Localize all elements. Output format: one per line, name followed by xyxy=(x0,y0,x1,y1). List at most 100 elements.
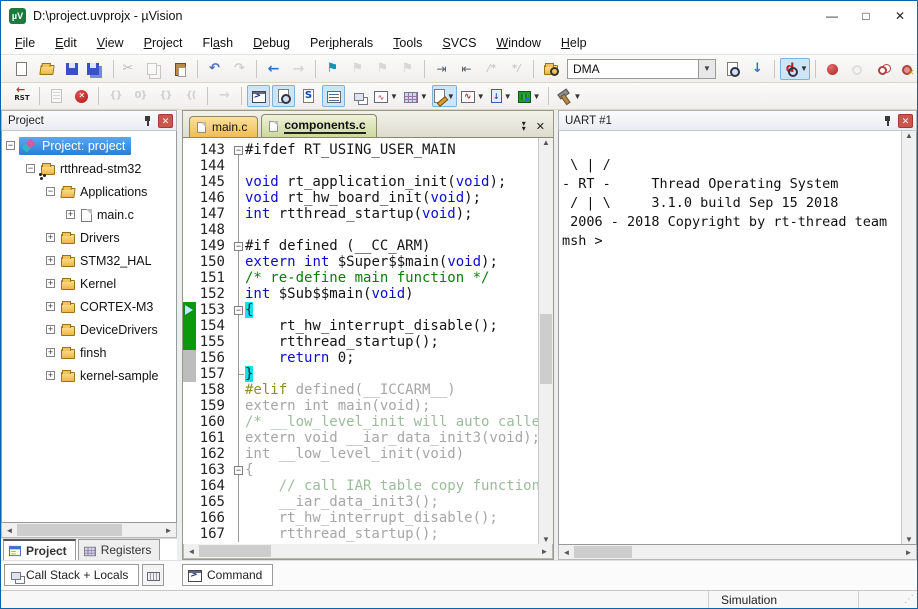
system-viewer-button[interactable]: ↓▼ xyxy=(489,85,514,107)
menu-item-peripherals[interactable]: Peripherals xyxy=(300,32,383,54)
fold-margin[interactable]: − xyxy=(232,462,245,478)
logic-analyzer-button[interactable]: ∿▼ xyxy=(372,85,400,107)
fold-margin[interactable]: − xyxy=(232,302,245,318)
tree-item-applications[interactable]: −Applications xyxy=(2,180,176,203)
expand-toggle-icon[interactable]: − xyxy=(46,187,55,196)
fold-margin[interactable] xyxy=(232,350,245,366)
tree-item-main-c[interactable]: +main.c xyxy=(2,203,176,226)
fold-collapse-icon[interactable]: − xyxy=(234,146,243,155)
code-editor[interactable]: 143−#ifdef RT_USING_USER_MAIN144145void … xyxy=(183,138,538,544)
tab-call-stack-locals[interactable]: Call Stack + Locals xyxy=(4,564,139,586)
editor-horizontal-scrollbar[interactable]: ◄ ► xyxy=(183,544,553,559)
memory-keyboard-button[interactable] xyxy=(142,564,164,586)
disable-all-breakpoints-button[interactable] xyxy=(871,58,894,80)
fold-margin[interactable] xyxy=(232,414,245,430)
expand-toggle-icon[interactable]: − xyxy=(6,141,15,150)
save-all-button[interactable] xyxy=(85,58,108,80)
code-line-145[interactable]: 145void rt_application_init(void); xyxy=(183,174,538,190)
code-line-160[interactable]: 160/* __low_level_init will auto called xyxy=(183,414,538,430)
fold-margin[interactable] xyxy=(232,430,245,446)
resize-grip[interactable]: ⋰ xyxy=(901,594,917,605)
code-line-147[interactable]: 147int rtthread_startup(void); xyxy=(183,206,538,222)
code-line-166[interactable]: 166 rt_hw_interrupt_disable(); xyxy=(183,510,538,526)
reset-cpu-button[interactable]: RST xyxy=(10,85,34,107)
scroll-down-icon[interactable]: ▼ xyxy=(539,535,553,544)
code-line-146[interactable]: 146void rt_hw_board_init(void); xyxy=(183,190,538,206)
code-line-150[interactable]: 150extern int $Super$$main(void); xyxy=(183,254,538,270)
scroll-right-icon[interactable]: ► xyxy=(161,523,176,537)
scroll-up-icon[interactable]: ▲ xyxy=(902,131,916,140)
editor-vertical-scrollbar[interactable]: ▲ ▼ xyxy=(538,138,553,544)
fold-margin[interactable] xyxy=(232,446,245,462)
fold-margin[interactable] xyxy=(232,190,245,206)
toolbox-button[interactable]: ▼ xyxy=(554,85,584,107)
code-line-151[interactable]: 151/* re-define main function */ xyxy=(183,270,538,286)
watch-window-button[interactable]: ▼ xyxy=(432,85,457,107)
quick-find-button[interactable]: d▼ xyxy=(780,58,810,80)
tree-item-project-project[interactable]: −Project: project xyxy=(2,134,176,157)
minimize-button[interactable]: — xyxy=(815,1,849,31)
fold-collapse-icon[interactable]: − xyxy=(234,242,243,251)
indent-button[interactable]: ⇥ xyxy=(430,58,453,80)
code-line-163[interactable]: 163−{ xyxy=(183,462,538,478)
fold-margin[interactable] xyxy=(232,478,245,494)
command-window-button[interactable] xyxy=(247,85,270,107)
undo-button[interactable]: ↶ xyxy=(203,58,226,80)
system-analyzer-dropdown-icon[interactable]: ▼ xyxy=(477,92,485,101)
disassembly-window-button[interactable] xyxy=(272,85,295,107)
fold-margin[interactable]: − xyxy=(232,142,245,158)
tree-item-cortex-m3[interactable]: +CORTEX-M3 xyxy=(2,295,176,318)
scroll-right-icon[interactable]: ► xyxy=(901,545,916,559)
fold-margin[interactable] xyxy=(232,366,245,382)
fold-margin[interactable] xyxy=(232,494,245,510)
tree-item-stm32-hal[interactable]: +STM32_HAL xyxy=(2,249,176,272)
fold-margin[interactable] xyxy=(232,334,245,350)
tree-item-kernel-sample[interactable]: +kernel-sample xyxy=(2,364,176,387)
fold-margin[interactable] xyxy=(232,174,245,190)
search-dropdown-button[interactable]: ▼ xyxy=(699,59,716,79)
analysis-windows-button[interactable] xyxy=(347,85,370,107)
fold-margin[interactable]: − xyxy=(232,238,245,254)
scrollbar-thumb[interactable] xyxy=(199,545,271,557)
code-line-152[interactable]: 152int $Sub$$main(void) xyxy=(183,286,538,302)
expand-toggle-icon[interactable]: − xyxy=(26,164,35,173)
system-analyzer-button[interactable]: ∿▼ xyxy=(459,85,487,107)
scrollbar-track[interactable] xyxy=(539,147,553,535)
fold-margin[interactable] xyxy=(232,398,245,414)
fold-collapse-icon[interactable]: − xyxy=(234,466,243,475)
scrollbar-track[interactable] xyxy=(122,523,161,537)
incremental-find-button[interactable]: ↓ xyxy=(746,58,769,80)
kill-all-breakpoints-button[interactable] xyxy=(896,58,918,80)
tree-item-devicedrivers[interactable]: +DeviceDrivers xyxy=(2,318,176,341)
menu-item-tools[interactable]: Tools xyxy=(383,32,432,54)
fold-margin[interactable] xyxy=(232,158,245,174)
code-line-156[interactable]: 156 return 0; xyxy=(183,350,538,366)
expand-toggle-icon[interactable]: + xyxy=(46,348,55,357)
fold-margin[interactable] xyxy=(232,318,245,334)
expand-toggle-icon[interactable]: + xyxy=(46,233,55,242)
tree-item-kernel[interactable]: +Kernel xyxy=(2,272,176,295)
menu-item-project[interactable]: Project xyxy=(134,32,193,54)
fold-margin[interactable] xyxy=(232,222,245,238)
memory-window-button[interactable]: ▼ xyxy=(402,85,430,107)
menu-item-file[interactable]: File xyxy=(5,32,45,54)
memory-window-dropdown-icon[interactable]: ▼ xyxy=(420,92,428,101)
scroll-down-icon[interactable]: ▼ xyxy=(902,535,916,544)
expand-toggle-icon[interactable]: + xyxy=(66,210,75,219)
tab-command[interactable]: Command xyxy=(182,564,273,586)
scroll-left-icon[interactable]: ◄ xyxy=(184,544,199,558)
logic-analyzer-dropdown-icon[interactable]: ▼ xyxy=(390,92,398,101)
peripherals-window-button[interactable]: ▼ xyxy=(516,85,543,107)
code-line-167[interactable]: 167 rtthread_startup(); xyxy=(183,526,538,542)
toggle-bookmark-button[interactable]: ⚑ xyxy=(321,58,344,80)
save-button[interactable] xyxy=(60,58,83,80)
paste-button[interactable] xyxy=(169,58,192,80)
menu-item-flash[interactable]: Flash xyxy=(193,32,244,54)
code-line-149[interactable]: 149−#if defined (__CC_ARM) xyxy=(183,238,538,254)
tree-item-rtthread-stm32[interactable]: −rtthread-stm32 xyxy=(2,157,176,180)
expand-toggle-icon[interactable]: + xyxy=(46,302,55,311)
pin-icon[interactable] xyxy=(141,114,155,128)
scroll-up-icon[interactable]: ▲ xyxy=(539,138,553,147)
tree-item-drivers[interactable]: +Drivers xyxy=(2,226,176,249)
menu-item-edit[interactable]: Edit xyxy=(45,32,87,54)
